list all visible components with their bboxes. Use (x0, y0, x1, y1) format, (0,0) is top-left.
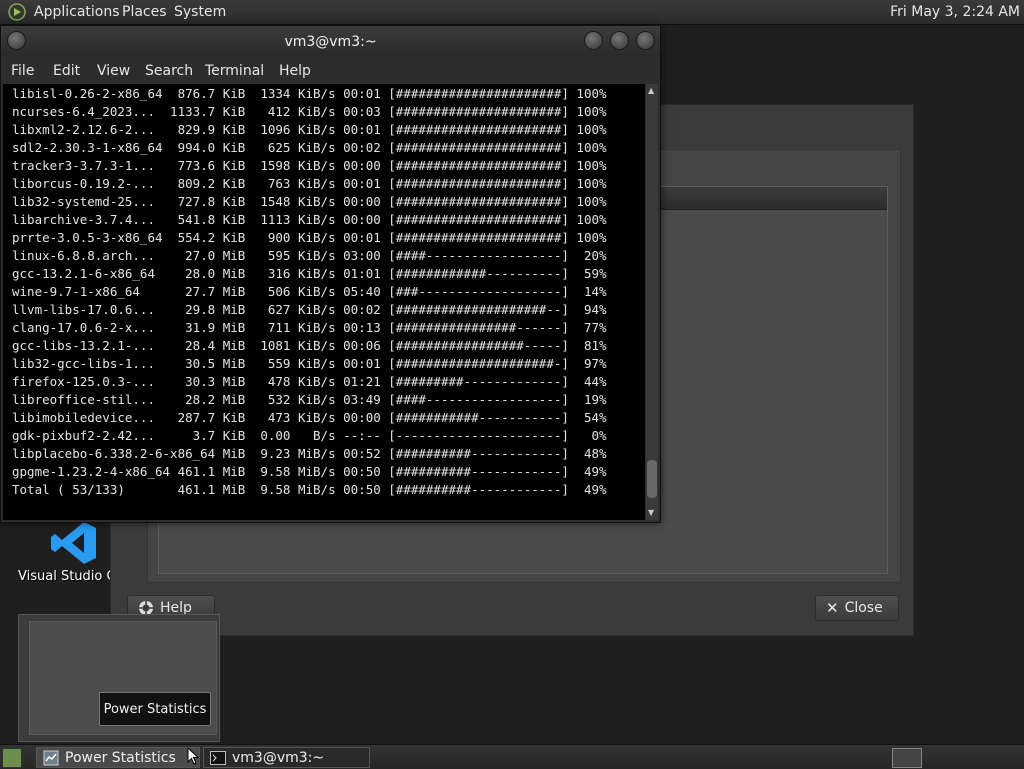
vscode-icon (51, 522, 96, 564)
places-menu[interactable]: Places (122, 4, 167, 20)
terminal-line: sdl2-2.30.3-1-x86_64 994.0 KiB 625 KiB/s… (12, 140, 607, 155)
minimize-icon[interactable] (584, 31, 603, 50)
terminal-line: ncurses-6.4_2023... 1133.7 KiB 412 KiB/s… (12, 104, 607, 119)
taskbar-item-label: vm3@vm3:~ (232, 749, 325, 766)
vscode-desktop-label[interactable]: Visual Studio Code (18, 569, 110, 584)
applications-menu[interactable]: Applications (34, 4, 120, 20)
scrollbar-thumb[interactable] (647, 460, 657, 498)
scroll-up-icon[interactable]: ▲ (648, 86, 654, 95)
close-window-icon[interactable] (636, 31, 655, 50)
workspace-switcher-icon[interactable] (892, 748, 922, 768)
terminal-titlebar[interactable]: vm3@vm3:~ (1, 26, 660, 56)
terminal-line: libisl-0.26-2-x86_64 876.7 KiB 1334 KiB/… (12, 86, 607, 101)
applications-menu-icon[interactable] (8, 3, 26, 21)
taskbar-item-power-statistics[interactable]: Power Statistics (36, 747, 200, 768)
menu-search[interactable]: Search (145, 63, 193, 79)
power-statistics-icon (43, 750, 59, 765)
menu-terminal[interactable]: Terminal (205, 63, 264, 79)
terminal-line: lib32-systemd-25... 727.8 KiB 1548 KiB/s… (12, 194, 607, 209)
system-menu[interactable]: System (174, 4, 226, 20)
mouse-cursor-icon (187, 747, 199, 765)
taskbar-tooltip: Power Statistics (99, 692, 211, 726)
terminal-line: linux-6.8.8.arch... 27.0 MiB 595 KiB/s 0… (12, 248, 607, 263)
terminal-line: liborcus-0.19.2-... 809.2 KiB 763 KiB/s … (12, 176, 607, 191)
terminal-line: libxml2-2.12.6-2... 829.9 KiB 1096 KiB/s… (12, 122, 607, 137)
menu-view[interactable]: View (97, 63, 130, 79)
top-panel: Applications Places System Fri May 3, 2:… (0, 0, 1024, 25)
terminal-line: gdk-pixbuf2-2.42... 3.7 KiB 0.00 B/s --:… (12, 428, 607, 443)
terminal-line: tracker3-3.7.3-1... 773.6 KiB 1598 KiB/s… (12, 158, 607, 173)
menu-file[interactable]: File (11, 63, 34, 79)
taskbar-item-label: Power Statistics (65, 749, 176, 766)
terminal-line: libarchive-3.7.4... 541.8 KiB 1113 KiB/s… (12, 212, 607, 227)
scroll-down-icon[interactable]: ▼ (648, 508, 654, 517)
terminal-title: vm3@vm3:~ (284, 34, 377, 50)
terminal-line: firefox-125.0.3-... 30.3 MiB 478 KiB/s 0… (12, 374, 607, 389)
terminal-line: llvm-libs-17.0.6... 29.8 MiB 627 KiB/s 0… (12, 302, 607, 317)
terminal-line: gcc-libs-13.2.1-... 28.4 MiB 1081 KiB/s … (12, 338, 607, 353)
terminal-scrollbar[interactable]: ▲ ▼ (646, 84, 658, 520)
show-desktop-icon[interactable] (2, 748, 22, 768)
terminal-line: lib32-gcc-libs-1... 30.5 MiB 559 KiB/s 0… (12, 356, 607, 371)
terminal-output[interactable]: libisl-0.26-2-x86_64 876.7 KiB 1334 KiB/… (3, 84, 645, 520)
clock[interactable]: Fri May 3, 2:24 AM (890, 4, 1020, 20)
close-button-label: Close (844, 600, 883, 616)
terminal-line: gcc-13.2.1-6-x86_64 28.0 MiB 316 KiB/s 0… (12, 266, 607, 281)
terminal-line: libplacebo-6.338.2-6-x86_64 MiB 9.23 MiB… (12, 446, 607, 461)
bottom-panel: Power Statistics vm3@vm3:~ (0, 744, 1024, 769)
close-icon: ✕ (826, 599, 839, 617)
terminal-window: vm3@vm3:~ File Edit View Search Terminal… (0, 25, 661, 523)
close-button[interactable]: ✕ Close (815, 595, 899, 621)
terminal-line: prrte-3.0.5-3-x86_64 554.2 KiB 900 KiB/s… (12, 230, 607, 245)
terminal-line: libimobiledevice... 287.7 KiB 473 KiB/s … (12, 410, 607, 425)
terminal-line: gpgme-1.23.2-4-x86_64 461.1 MiB 9.58 MiB… (12, 464, 607, 479)
terminal-icon (210, 750, 226, 765)
menu-edit[interactable]: Edit (53, 63, 80, 79)
terminal-line: Total ( 53/133) 461.1 MiB 9.58 MiB/s 00:… (12, 482, 607, 497)
menu-help[interactable]: Help (279, 63, 311, 79)
vscode-desktop-icon[interactable] (40, 520, 110, 570)
terminal-line: libreoffice-stil... 28.2 MiB 532 KiB/s 0… (12, 392, 607, 407)
taskbar-item-terminal[interactable]: vm3@vm3:~ (203, 747, 370, 768)
terminal-menubar: File Edit View Search Terminal Help (1, 56, 660, 84)
maximize-icon[interactable] (610, 31, 629, 50)
terminal-line: clang-17.0.6-2-x... 31.9 MiB 711 KiB/s 0… (12, 320, 607, 335)
terminal-line: wine-9.7-1-x86_64 27.7 MiB 506 KiB/s 05:… (12, 284, 607, 299)
